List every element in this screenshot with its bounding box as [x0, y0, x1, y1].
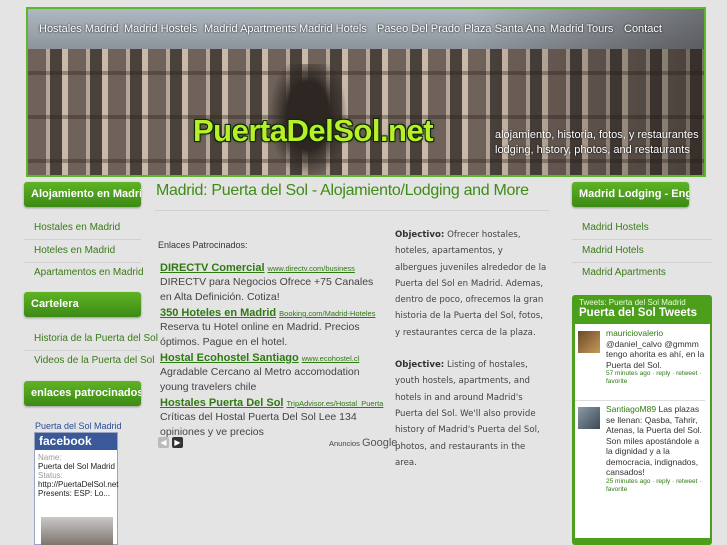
- divider: [24, 262, 141, 263]
- objective-label: Objective:: [395, 360, 445, 371]
- fb-name-value[interactable]: Puerta del Sol Madrid: [35, 462, 117, 471]
- link-madrid-apartments[interactable]: Madrid Apartments: [582, 267, 666, 278]
- fb-status-value: http://PuertaDelSol.net Presents: ESP: L…: [38, 480, 119, 498]
- twitter-widget-label: Tweets: Puerta del Sol Madrid: [579, 298, 686, 307]
- header-banner: Hostales Madrid Madrid Hostels Madrid Ap…: [26, 7, 706, 177]
- tweet-divider: [575, 400, 705, 401]
- link-madrid-hotels[interactable]: Madrid Hotels: [582, 245, 644, 256]
- nav-madrid-tours[interactable]: Madrid Tours: [550, 23, 613, 35]
- tagline-spanish: alojamiento, historia, fotos, y restaura…: [495, 129, 699, 141]
- tweet-avatar[interactable]: [578, 407, 600, 429]
- ad-unit: DIRECTV Comercial www.directv.com/busines…: [160, 256, 385, 305]
- objetivo-text: Ofrecer hostales, hoteles, apartamentos,…: [395, 230, 547, 338]
- google-logo: Google: [361, 437, 398, 449]
- tweet-list: mauriciovalerio @daniel_calvo @gmmm teng…: [575, 324, 710, 538]
- fb-name-label: Name:: [38, 453, 62, 462]
- nav-contact[interactable]: Contact: [624, 23, 662, 35]
- divider: [24, 239, 141, 240]
- tweet-item: mauriciovalerio @daniel_calvo @gmmm teng…: [578, 328, 708, 386]
- page-title: Madrid: Puerta del Sol - Alojamiento/Lod…: [156, 182, 529, 199]
- ad-url[interactable]: TripAdvisor.es/Hostal_Puerta: [287, 399, 384, 408]
- tweet-meta[interactable]: 57 minutes ago · reply · retweet · favor…: [606, 370, 708, 386]
- title-divider: [155, 210, 549, 211]
- nav-hostales-madrid[interactable]: Hostales Madrid: [39, 23, 118, 35]
- objective-text: Listing of hostales, youth hostels, apar…: [395, 360, 540, 468]
- nav-plaza-santa-ana[interactable]: Plaza Santa Ana: [464, 23, 545, 35]
- nav-madrid-apartments[interactable]: Madrid Apartments: [204, 23, 296, 35]
- tweet-item: SantiagoM89 Las plazas se llenan: Qasba,…: [578, 404, 708, 494]
- ad-title[interactable]: DIRECTV Comercial: [160, 262, 265, 274]
- section-header-cartelera: Cartelera: [24, 292, 141, 317]
- ad-url[interactable]: www.ecohostel.cl: [302, 354, 360, 363]
- tweet-meta[interactable]: 25 minutes ago · reply · retweet · favor…: [606, 478, 708, 494]
- nav-paseo-del-prado[interactable]: Paseo Del Prado: [377, 23, 460, 35]
- facebook-logo[interactable]: facebook: [35, 433, 117, 450]
- ad-unit: Hostales Puerta Del Sol TripAdvisor.es/Ho…: [160, 391, 385, 440]
- ads-by-google[interactable]: Anuncios Google: [329, 437, 397, 449]
- site-description: Objectivo: Ofrecer hostales, hoteles, ap…: [395, 227, 547, 487]
- tweet-user[interactable]: mauriciovalerio: [606, 328, 663, 338]
- ad-unit: 350 Hoteles en Madrid Booking.com/Madrid-…: [160, 301, 385, 350]
- ads-next-button[interactable]: ▶: [172, 437, 183, 448]
- tweet-text: Las plazas se llenan: Qasba, Tahrir, Ate…: [606, 404, 702, 477]
- section-header-madrid-lodging: Madrid Lodging - English: [572, 182, 689, 207]
- link-historia-puerta-del-sol[interactable]: Historia de la Puerta del Sol: [34, 333, 158, 344]
- nav-madrid-hostels[interactable]: Madrid Hostels: [124, 23, 197, 35]
- objetivo-label: Objectivo:: [395, 230, 445, 240]
- tweet-body: SantiagoM89 Las plazas se llenan: Qasba,…: [606, 404, 708, 478]
- tweet-text: @daniel_calvo @gmmm tengo ahorita es ahí…: [606, 338, 705, 370]
- site-tagline: alojamiento, historia, fotos, y restaura…: [495, 128, 699, 158]
- nav-madrid-hotels[interactable]: Madrid Hotels: [299, 23, 367, 35]
- link-videos-puerta-del-sol[interactable]: Videos de la Puerta del Sol: [34, 355, 154, 366]
- ad-title[interactable]: Hostal Ecohostel Santiago: [160, 352, 299, 364]
- divider: [572, 262, 712, 263]
- divider: [24, 350, 141, 351]
- divider: [572, 239, 712, 240]
- ad-title[interactable]: 350 Hoteles en Madrid: [160, 307, 276, 319]
- top-nav: Hostales Madrid Madrid Hostels Madrid Ap…: [28, 9, 704, 49]
- tweet-user[interactable]: SantiagoM89: [606, 404, 656, 414]
- ad-unit: Hostal Ecohostel Santiago www.ecohostel.c…: [160, 346, 385, 395]
- fb-status-label: Status:: [38, 471, 63, 480]
- ads-prev-button[interactable]: ◀: [158, 437, 169, 448]
- fb-photo-thumbnail[interactable]: [41, 517, 113, 545]
- link-madrid-hostels[interactable]: Madrid Hostels: [582, 222, 649, 233]
- ad-text: Críticas del Hostal Puerta Del Sol Lee 1…: [160, 411, 357, 438]
- twitter-widget-title[interactable]: Puerta del Sol Tweets: [579, 307, 697, 319]
- ad-url[interactable]: www.directv.com/business: [268, 264, 355, 273]
- link-hoteles-en-madrid[interactable]: Hoteles en Madrid: [34, 245, 115, 256]
- ads-header: Enlaces Patrocinados:: [158, 240, 248, 250]
- ad-url[interactable]: Booking.com/Madrid-Hoteles: [279, 309, 375, 318]
- link-apartamentos-en-madrid[interactable]: Apartamentos en Madrid: [34, 267, 144, 278]
- section-header-enlaces: enlaces patrocinados: [24, 381, 141, 406]
- section-header-alojamiento: Alojamiento en Madrid: [24, 182, 141, 207]
- ad-title[interactable]: Hostales Puerta Del Sol: [160, 397, 284, 409]
- ads-by-label: Anuncios: [329, 439, 360, 448]
- facebook-widget-title[interactable]: Puerta del Sol Madrid: [35, 421, 122, 431]
- link-hostales-en-madrid[interactable]: Hostales en Madrid: [34, 222, 120, 233]
- facebook-widget: facebook Name: Puerta del Sol Madrid Sta…: [34, 432, 119, 545]
- tweet-body: mauriciovalerio @daniel_calvo @gmmm teng…: [606, 328, 708, 370]
- tagline-english: lodging, history, photos, and restaurant…: [495, 144, 690, 156]
- tweet-avatar[interactable]: [578, 331, 600, 353]
- site-logo[interactable]: PuertaDelSol.net: [193, 113, 434, 149]
